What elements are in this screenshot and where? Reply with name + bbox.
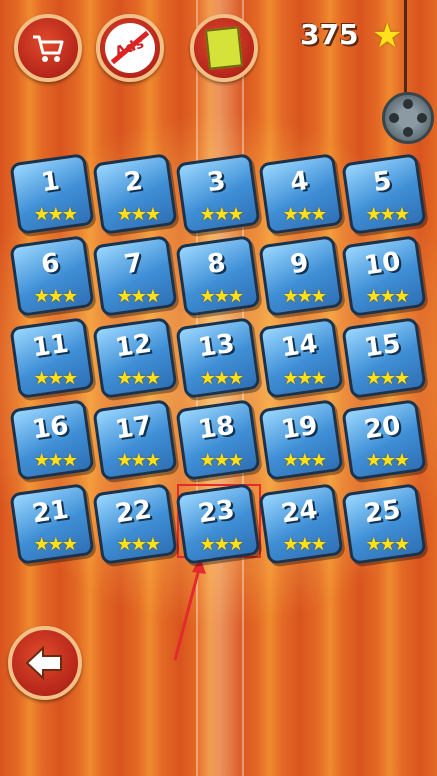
level-tile-3[interactable]: 3 ★★★	[175, 153, 261, 235]
level-tile-18[interactable]: 18 ★★★	[175, 399, 261, 481]
level-tile-10[interactable]: 10 ★★★	[341, 235, 427, 317]
level-stars: ★★★	[33, 203, 77, 225]
level-tile-4[interactable]: 4 ★★★	[258, 153, 344, 235]
level-number: 23	[196, 494, 237, 530]
level-stars: ★★★	[282, 367, 326, 389]
level-tile-11[interactable]: 11 ★★★	[9, 317, 95, 399]
level-tile-21[interactable]: 21 ★★★	[9, 483, 95, 565]
level-stars: ★★★	[33, 533, 77, 555]
level-tile-13[interactable]: 13 ★★★	[175, 317, 261, 399]
level-tile-9[interactable]: 9 ★★★	[258, 235, 344, 317]
level-number: 19	[279, 410, 320, 446]
level-tile-6[interactable]: 6 ★★★	[9, 235, 95, 317]
level-stars: ★★★	[365, 449, 409, 471]
level-tile-1[interactable]: 1 ★★★	[9, 153, 95, 235]
level-tile-25[interactable]: 25 ★★★	[341, 483, 427, 565]
level-stars: ★★★	[365, 285, 409, 307]
level-number: 8	[205, 248, 228, 281]
level-tile-5[interactable]: 5 ★★★	[341, 153, 427, 235]
level-stars: ★★★	[116, 533, 160, 555]
level-stars: ★★★	[365, 203, 409, 225]
level-tile-8[interactable]: 8 ★★★	[175, 235, 261, 317]
level-number: 9	[288, 248, 311, 281]
level-stars: ★★★	[199, 533, 243, 555]
level-stars: ★★★	[365, 367, 409, 389]
level-number: 14	[279, 328, 320, 364]
level-tile-15[interactable]: 15 ★★★	[341, 317, 427, 399]
level-stars: ★★★	[116, 367, 160, 389]
level-stars: ★★★	[282, 449, 326, 471]
level-stars: ★★★	[33, 285, 77, 307]
level-stars: ★★★	[33, 367, 77, 389]
level-number: 6	[39, 248, 62, 281]
level-stars: ★★★	[116, 203, 160, 225]
level-number: 25	[362, 494, 403, 530]
level-number: 7	[122, 248, 145, 281]
level-stars: ★★★	[282, 285, 326, 307]
level-number: 22	[113, 494, 154, 530]
level-number: 12	[113, 328, 154, 364]
level-number: 20	[362, 410, 403, 446]
level-stars: ★★★	[199, 367, 243, 389]
level-tile-24[interactable]: 24 ★★★	[258, 483, 344, 565]
level-stars: ★★★	[199, 285, 243, 307]
level-number: 24	[279, 494, 320, 530]
level-tile-23[interactable]: 23 ★★★	[175, 483, 261, 565]
level-tile-14[interactable]: 14 ★★★	[258, 317, 344, 399]
level-number: 3	[205, 166, 228, 199]
level-number: 15	[362, 328, 403, 364]
level-number: 5	[371, 166, 394, 199]
level-stars: ★★★	[33, 449, 77, 471]
level-tile-20[interactable]: 20 ★★★	[341, 399, 427, 481]
level-stars: ★★★	[116, 285, 160, 307]
level-stars: ★★★	[365, 533, 409, 555]
level-stars: ★★★	[116, 449, 160, 471]
level-stars: ★★★	[199, 449, 243, 471]
level-stars: ★★★	[282, 533, 326, 555]
level-tile-22[interactable]: 22 ★★★	[92, 483, 178, 565]
level-tile-7[interactable]: 7 ★★★	[92, 235, 178, 317]
level-number: 11	[30, 328, 71, 364]
level-number: 21	[30, 494, 71, 530]
level-stars: ★★★	[199, 203, 243, 225]
level-tile-2[interactable]: 2 ★★★	[92, 153, 178, 235]
level-number: 2	[122, 166, 145, 199]
back-arrow-icon	[25, 646, 62, 680]
level-number: 1	[39, 166, 62, 199]
back-button[interactable]	[8, 626, 82, 700]
level-stars: ★★★	[282, 203, 326, 225]
level-tile-12[interactable]: 12 ★★★	[92, 317, 178, 399]
level-number: 4	[288, 166, 311, 199]
level-tile-17[interactable]: 17 ★★★	[92, 399, 178, 481]
level-number: 18	[196, 410, 237, 446]
level-number: 10	[362, 246, 403, 282]
level-number: 13	[196, 328, 237, 364]
level-tile-19[interactable]: 19 ★★★	[258, 399, 344, 481]
level-number: 16	[30, 410, 71, 446]
level-number: 17	[113, 410, 154, 446]
level-tile-16[interactable]: 16 ★★★	[9, 399, 95, 481]
